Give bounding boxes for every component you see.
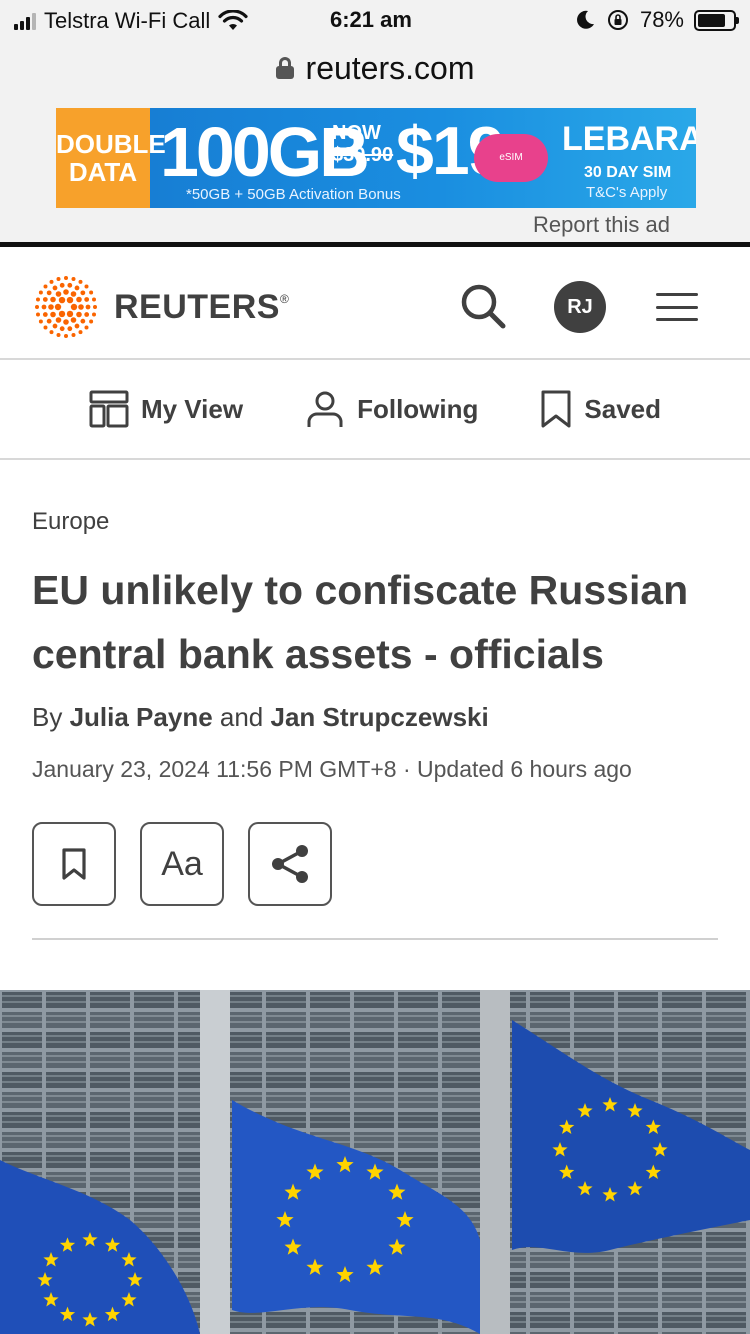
lock-icon bbox=[275, 57, 294, 79]
search-icon[interactable] bbox=[458, 281, 508, 331]
logo-wordmark: REUTERS® bbox=[114, 287, 290, 326]
author-link[interactable]: Julia Payne bbox=[70, 702, 213, 732]
ad-tc: T&C's Apply bbox=[586, 184, 668, 201]
wifi-icon bbox=[218, 10, 248, 30]
address-bar[interactable]: reuters.com bbox=[0, 44, 750, 92]
text-size-icon: Aa bbox=[161, 844, 203, 883]
url-domain: reuters.com bbox=[305, 49, 475, 86]
layout-icon bbox=[89, 390, 129, 428]
ad-bonus: *50GB + 50GB Activation Bonus bbox=[186, 186, 401, 203]
section-link[interactable]: Europe bbox=[32, 508, 109, 536]
author-link[interactable]: Jan Strupczewski bbox=[271, 702, 489, 732]
my-view-label: My View bbox=[140, 393, 244, 424]
bookmark-icon bbox=[541, 390, 571, 428]
user-avatar[interactable]: RJ bbox=[554, 281, 606, 333]
text-size-button[interactable]: Aa bbox=[140, 822, 224, 906]
ad-brand: LEBARA bbox=[562, 120, 696, 158]
article-hero-image[interactable] bbox=[0, 990, 750, 1334]
article-headline: EU unlikely to confiscate Russian centra… bbox=[32, 567, 689, 677]
ad-container: DOUBLE DATA 100GB NOW $39.90 $19 eSIM LEB… bbox=[0, 106, 750, 242]
status-bar: Telstra Wi-Fi Call 6:21 am 78% bbox=[0, 0, 750, 42]
reuters-logo-icon bbox=[35, 276, 97, 338]
battery-icon bbox=[694, 9, 739, 31]
status-right: 78% bbox=[574, 7, 739, 33]
byline: By Julia Payne and Jan Strupczewski bbox=[32, 702, 489, 732]
bookmark-icon bbox=[62, 848, 86, 880]
battery-percent: 78% bbox=[639, 7, 684, 32]
ad-esim-badge: eSIM bbox=[474, 134, 548, 182]
divider bbox=[32, 938, 718, 940]
sub-navigation: My View Following Saved bbox=[0, 360, 750, 460]
carrier-info: Telstra Wi-Fi Call bbox=[14, 8, 248, 34]
browser-chrome: Telstra Wi-Fi Call 6:21 am 78% reuters.c… bbox=[0, 0, 750, 106]
ad-sim: 30 DAY SIM bbox=[584, 164, 672, 181]
ad-double-data: DOUBLE DATA bbox=[56, 108, 166, 208]
saved-label: Saved bbox=[584, 393, 662, 424]
ad-banner[interactable]: DOUBLE DATA 100GB NOW $39.90 $19 eSIM LEB… bbox=[56, 108, 696, 208]
moon-icon bbox=[577, 10, 594, 29]
hamburger-menu-icon[interactable] bbox=[656, 293, 698, 321]
saved-link[interactable]: Saved bbox=[540, 389, 661, 429]
save-article-button[interactable] bbox=[32, 822, 116, 906]
article-dateline: January 23, 2024 11:56 PM GMT+8 · Update… bbox=[32, 756, 632, 782]
person-icon bbox=[307, 391, 343, 427]
article-tools: Aa bbox=[32, 822, 332, 906]
following-label: Following bbox=[357, 393, 479, 424]
my-view-link[interactable]: My View bbox=[89, 389, 243, 429]
clock: 6:21 am bbox=[330, 7, 412, 32]
ad-now: NOW $39.90 bbox=[332, 122, 394, 166]
share-button[interactable] bbox=[248, 822, 332, 906]
orientation-lock-icon bbox=[607, 10, 628, 30]
signal-icon bbox=[14, 12, 36, 30]
site-header: REUTERS® RJ bbox=[0, 242, 750, 360]
share-icon bbox=[272, 845, 308, 883]
report-ad-link[interactable]: Report this ad bbox=[533, 212, 670, 238]
following-link[interactable]: Following bbox=[305, 389, 478, 429]
carrier-label: Telstra Wi-Fi Call bbox=[44, 8, 211, 33]
reuters-logo[interactable]: REUTERS® bbox=[32, 273, 289, 341]
